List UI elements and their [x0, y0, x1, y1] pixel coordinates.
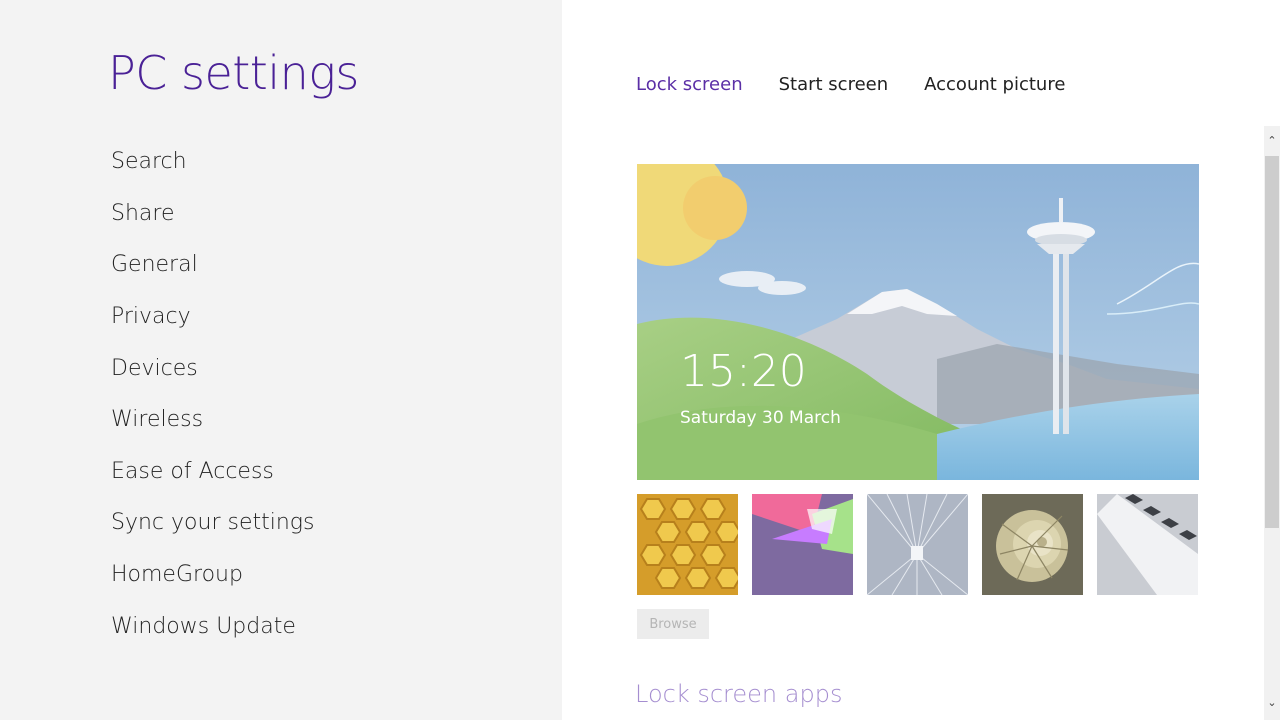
nav-item-devices[interactable]: Devices — [111, 342, 314, 394]
thumbnail-nautilus[interactable] — [982, 494, 1083, 595]
page-title: PC settings — [108, 46, 359, 100]
nav-item-privacy[interactable]: Privacy — [111, 291, 314, 343]
browse-button[interactable]: Browse — [637, 609, 709, 639]
thumbnail-honeycomb[interactable] — [637, 494, 738, 595]
thumbnail-tunnel[interactable] — [867, 494, 968, 595]
scroll-thumb[interactable] — [1265, 156, 1279, 528]
nav-item-ease-of-access[interactable]: Ease of Access — [111, 446, 314, 498]
nav-list: Search Share General Privacy Devices Wir… — [111, 136, 314, 652]
nav-item-general[interactable]: General — [111, 239, 314, 291]
thumbnail-geometric[interactable] — [752, 494, 853, 595]
nav-item-share[interactable]: Share — [111, 188, 314, 240]
lock-screen-time: 15:20 — [680, 346, 807, 397]
background-thumbnails — [637, 494, 1198, 595]
nav-item-wireless[interactable]: Wireless — [111, 394, 314, 446]
left-pane: PC settings Search Share General Privacy… — [0, 0, 562, 720]
nav-item-homegroup[interactable]: HomeGroup — [111, 549, 314, 601]
nav-item-search[interactable]: Search — [111, 136, 314, 188]
chevron-down-icon[interactable]: ⌄ — [1267, 697, 1277, 708]
lock-screen-background — [637, 164, 1199, 480]
tab-lock-screen[interactable]: Lock screen — [636, 74, 743, 95]
nav-item-windows-update[interactable]: Windows Update — [111, 600, 314, 652]
tab-bar: Lock screen Start screen Account picture — [636, 74, 1065, 95]
tab-start-screen[interactable]: Start screen — [779, 74, 889, 95]
lock-screen-preview: 15:20 Saturday 30 March — [637, 164, 1199, 480]
lock-screen-date: Saturday 30 March — [680, 408, 841, 428]
vertical-scrollbar[interactable]: ⌃ ⌄ — [1264, 126, 1280, 720]
thumbnail-piano[interactable] — [1097, 494, 1198, 595]
nav-item-sync-settings[interactable]: Sync your settings — [111, 497, 314, 549]
tab-account-picture[interactable]: Account picture — [924, 74, 1065, 95]
chevron-up-icon[interactable]: ⌃ — [1267, 135, 1277, 146]
lock-screen-apps-heading: Lock screen apps — [635, 680, 843, 708]
